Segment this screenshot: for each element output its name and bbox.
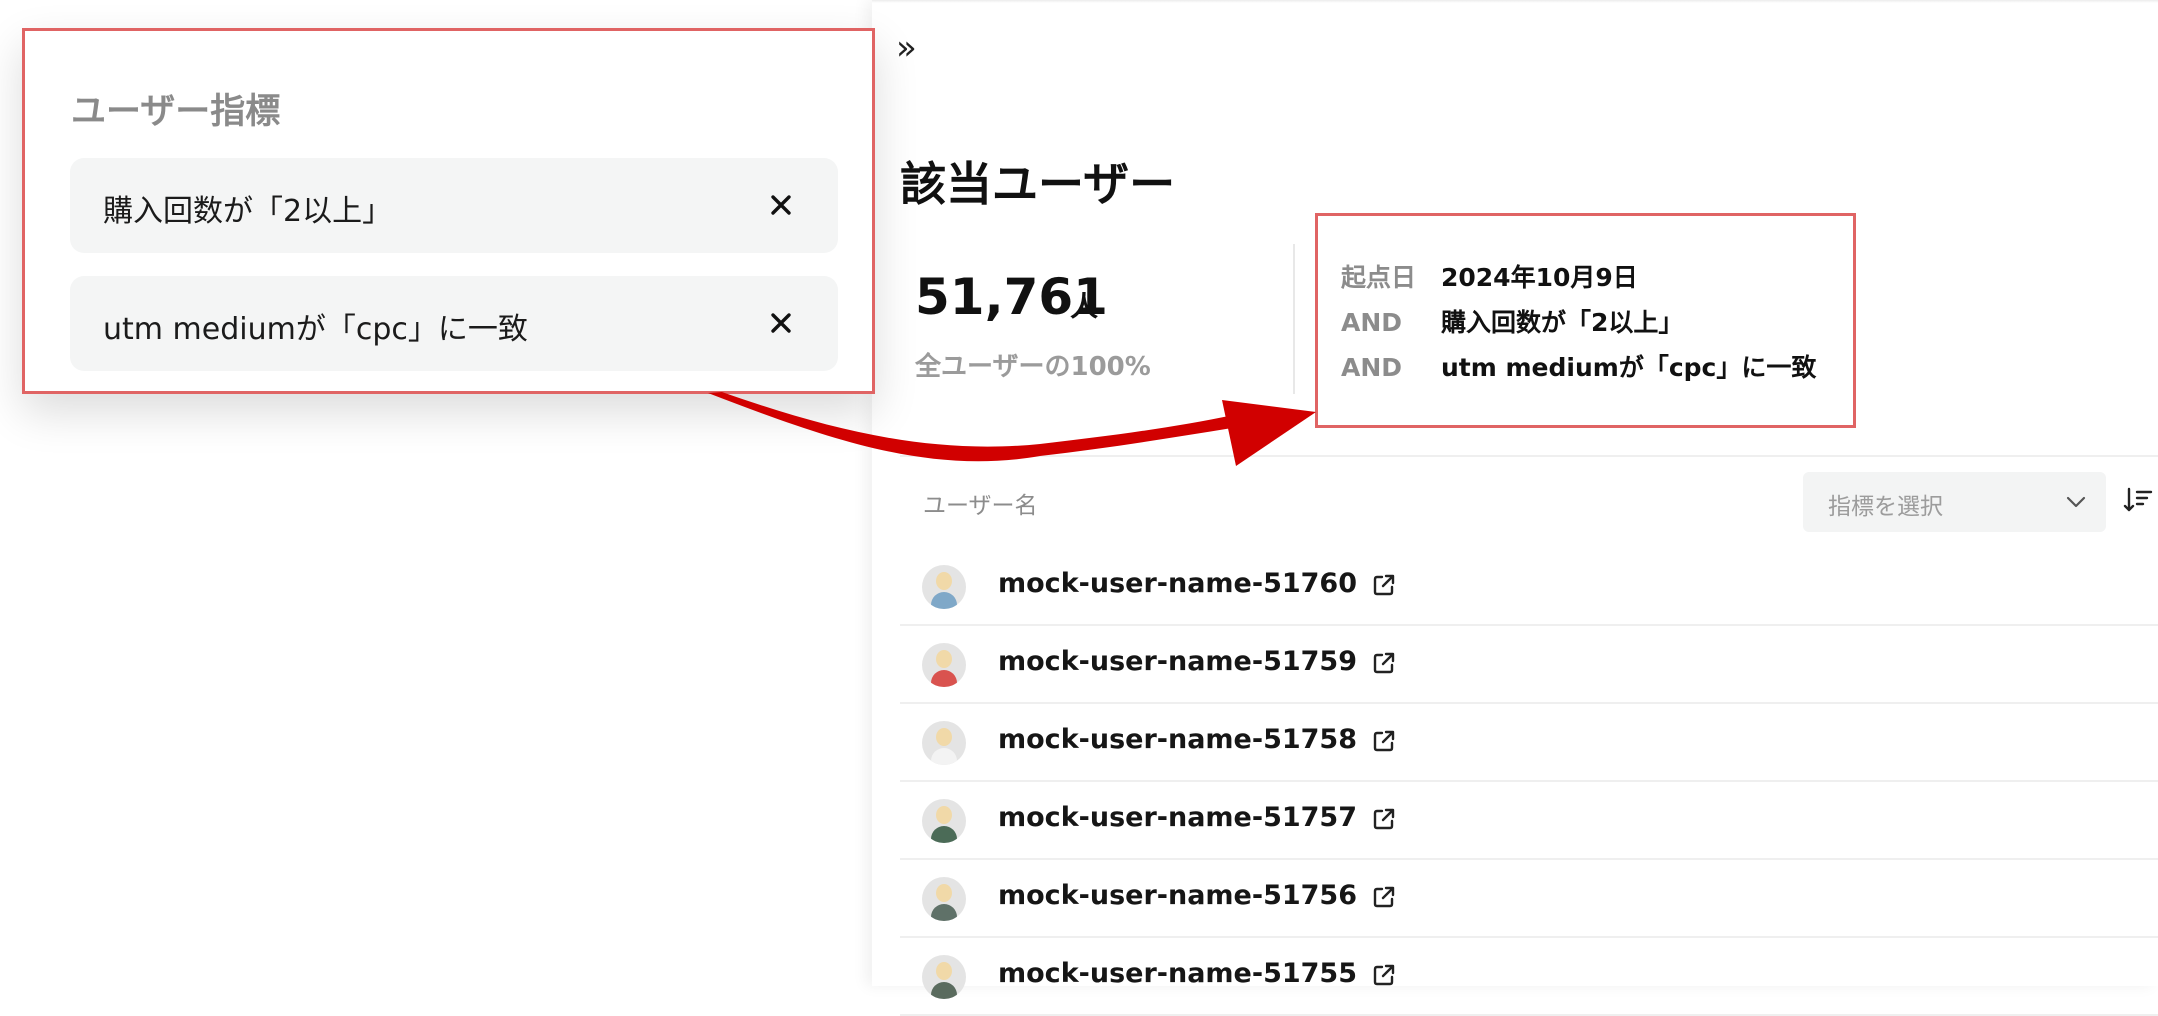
avatar <box>922 565 966 609</box>
external-link-icon[interactable] <box>1371 728 1397 754</box>
external-link-icon[interactable] <box>1371 650 1397 676</box>
external-link-icon[interactable] <box>1371 962 1397 988</box>
condition-value: 2024年10月9日 <box>1441 263 1638 292</box>
user-row[interactable]: mock-user-name-51757 <box>900 782 2158 860</box>
avatar <box>922 721 966 765</box>
condition-summary: 起点日 2024年10月9日 AND 購入回数が「2以上」 AND utm mediu… <box>1315 213 1856 428</box>
external-link-icon[interactable] <box>1371 572 1397 598</box>
condition-value: 購入回数が「2以上」 <box>1441 308 1684 337</box>
avatar <box>922 877 966 921</box>
condition-key: AND <box>1341 308 1403 337</box>
condition-value: utm mediumが「cpc」に一致 <box>1441 353 1817 382</box>
user-name-link[interactable]: mock-user-name-51755 <box>998 958 1397 989</box>
double-chevron-right-icon[interactable]: » <box>896 28 924 68</box>
metric-select-placeholder: 指標を選択 <box>1828 494 1943 520</box>
user-row[interactable]: mock-user-name-51760 <box>900 548 2158 626</box>
user-name-link[interactable]: mock-user-name-51759 <box>998 646 1397 677</box>
table-header-divider <box>900 455 2158 457</box>
condition-key: 起点日 <box>1341 263 1417 292</box>
metric-select[interactable]: 指標を選択 <box>1803 472 2106 532</box>
sort-icon[interactable] <box>2122 484 2154 516</box>
condition-key: AND <box>1341 353 1403 382</box>
filter-card-title: ユーザー指標 <box>71 92 281 132</box>
summary-divider <box>1293 244 1295 394</box>
filter-chip-label: utm mediumが「cpc」に一致 <box>103 312 528 347</box>
user-count-unit: 人 <box>1070 290 1099 323</box>
filter-chip[interactable]: utm mediumが「cpc」に一致 <box>70 276 838 371</box>
external-link-icon[interactable] <box>1371 806 1397 832</box>
condition-row: AND utm mediumが「cpc」に一致 <box>1341 348 1816 388</box>
avatar <box>922 643 966 687</box>
user-percentage: 全ユーザーの100% <box>915 352 1151 382</box>
user-row[interactable]: mock-user-name-51759 <box>900 626 2158 704</box>
close-icon[interactable] <box>766 308 796 338</box>
filter-chip[interactable]: 購入回数が「2以上」 <box>70 158 838 253</box>
condition-row: AND 購入回数が「2以上」 <box>1341 303 1683 343</box>
user-name-link[interactable]: mock-user-name-51757 <box>998 802 1397 833</box>
avatar <box>922 799 966 843</box>
user-row[interactable]: mock-user-name-51755 <box>900 938 2158 1016</box>
condition-row: 起点日 2024年10月9日 <box>1341 258 1638 298</box>
external-link-icon[interactable] <box>1371 884 1397 910</box>
column-header-username: ユーザー名 <box>923 493 1038 519</box>
close-icon[interactable] <box>766 190 796 220</box>
avatar <box>922 955 966 999</box>
user-row[interactable]: mock-user-name-51756 <box>900 860 2158 938</box>
top-divider <box>872 0 2158 3</box>
user-name-link[interactable]: mock-user-name-51758 <box>998 724 1397 755</box>
filter-chip-label: 購入回数が「2以上」 <box>103 194 393 229</box>
user-name-link[interactable]: mock-user-name-51760 <box>998 568 1397 599</box>
user-name-link[interactable]: mock-user-name-51756 <box>998 880 1397 911</box>
chevron-down-icon <box>2066 496 2086 508</box>
page-title: 該当ユーザー <box>900 157 1176 211</box>
user-metrics-filter-card: ユーザー指標 購入回数が「2以上」 utm mediumが「cpc」に一致 <box>22 28 875 394</box>
user-row[interactable]: mock-user-name-51758 <box>900 704 2158 782</box>
user-list: mock-user-name-51760 mock-user-name-5175… <box>900 548 2158 1016</box>
